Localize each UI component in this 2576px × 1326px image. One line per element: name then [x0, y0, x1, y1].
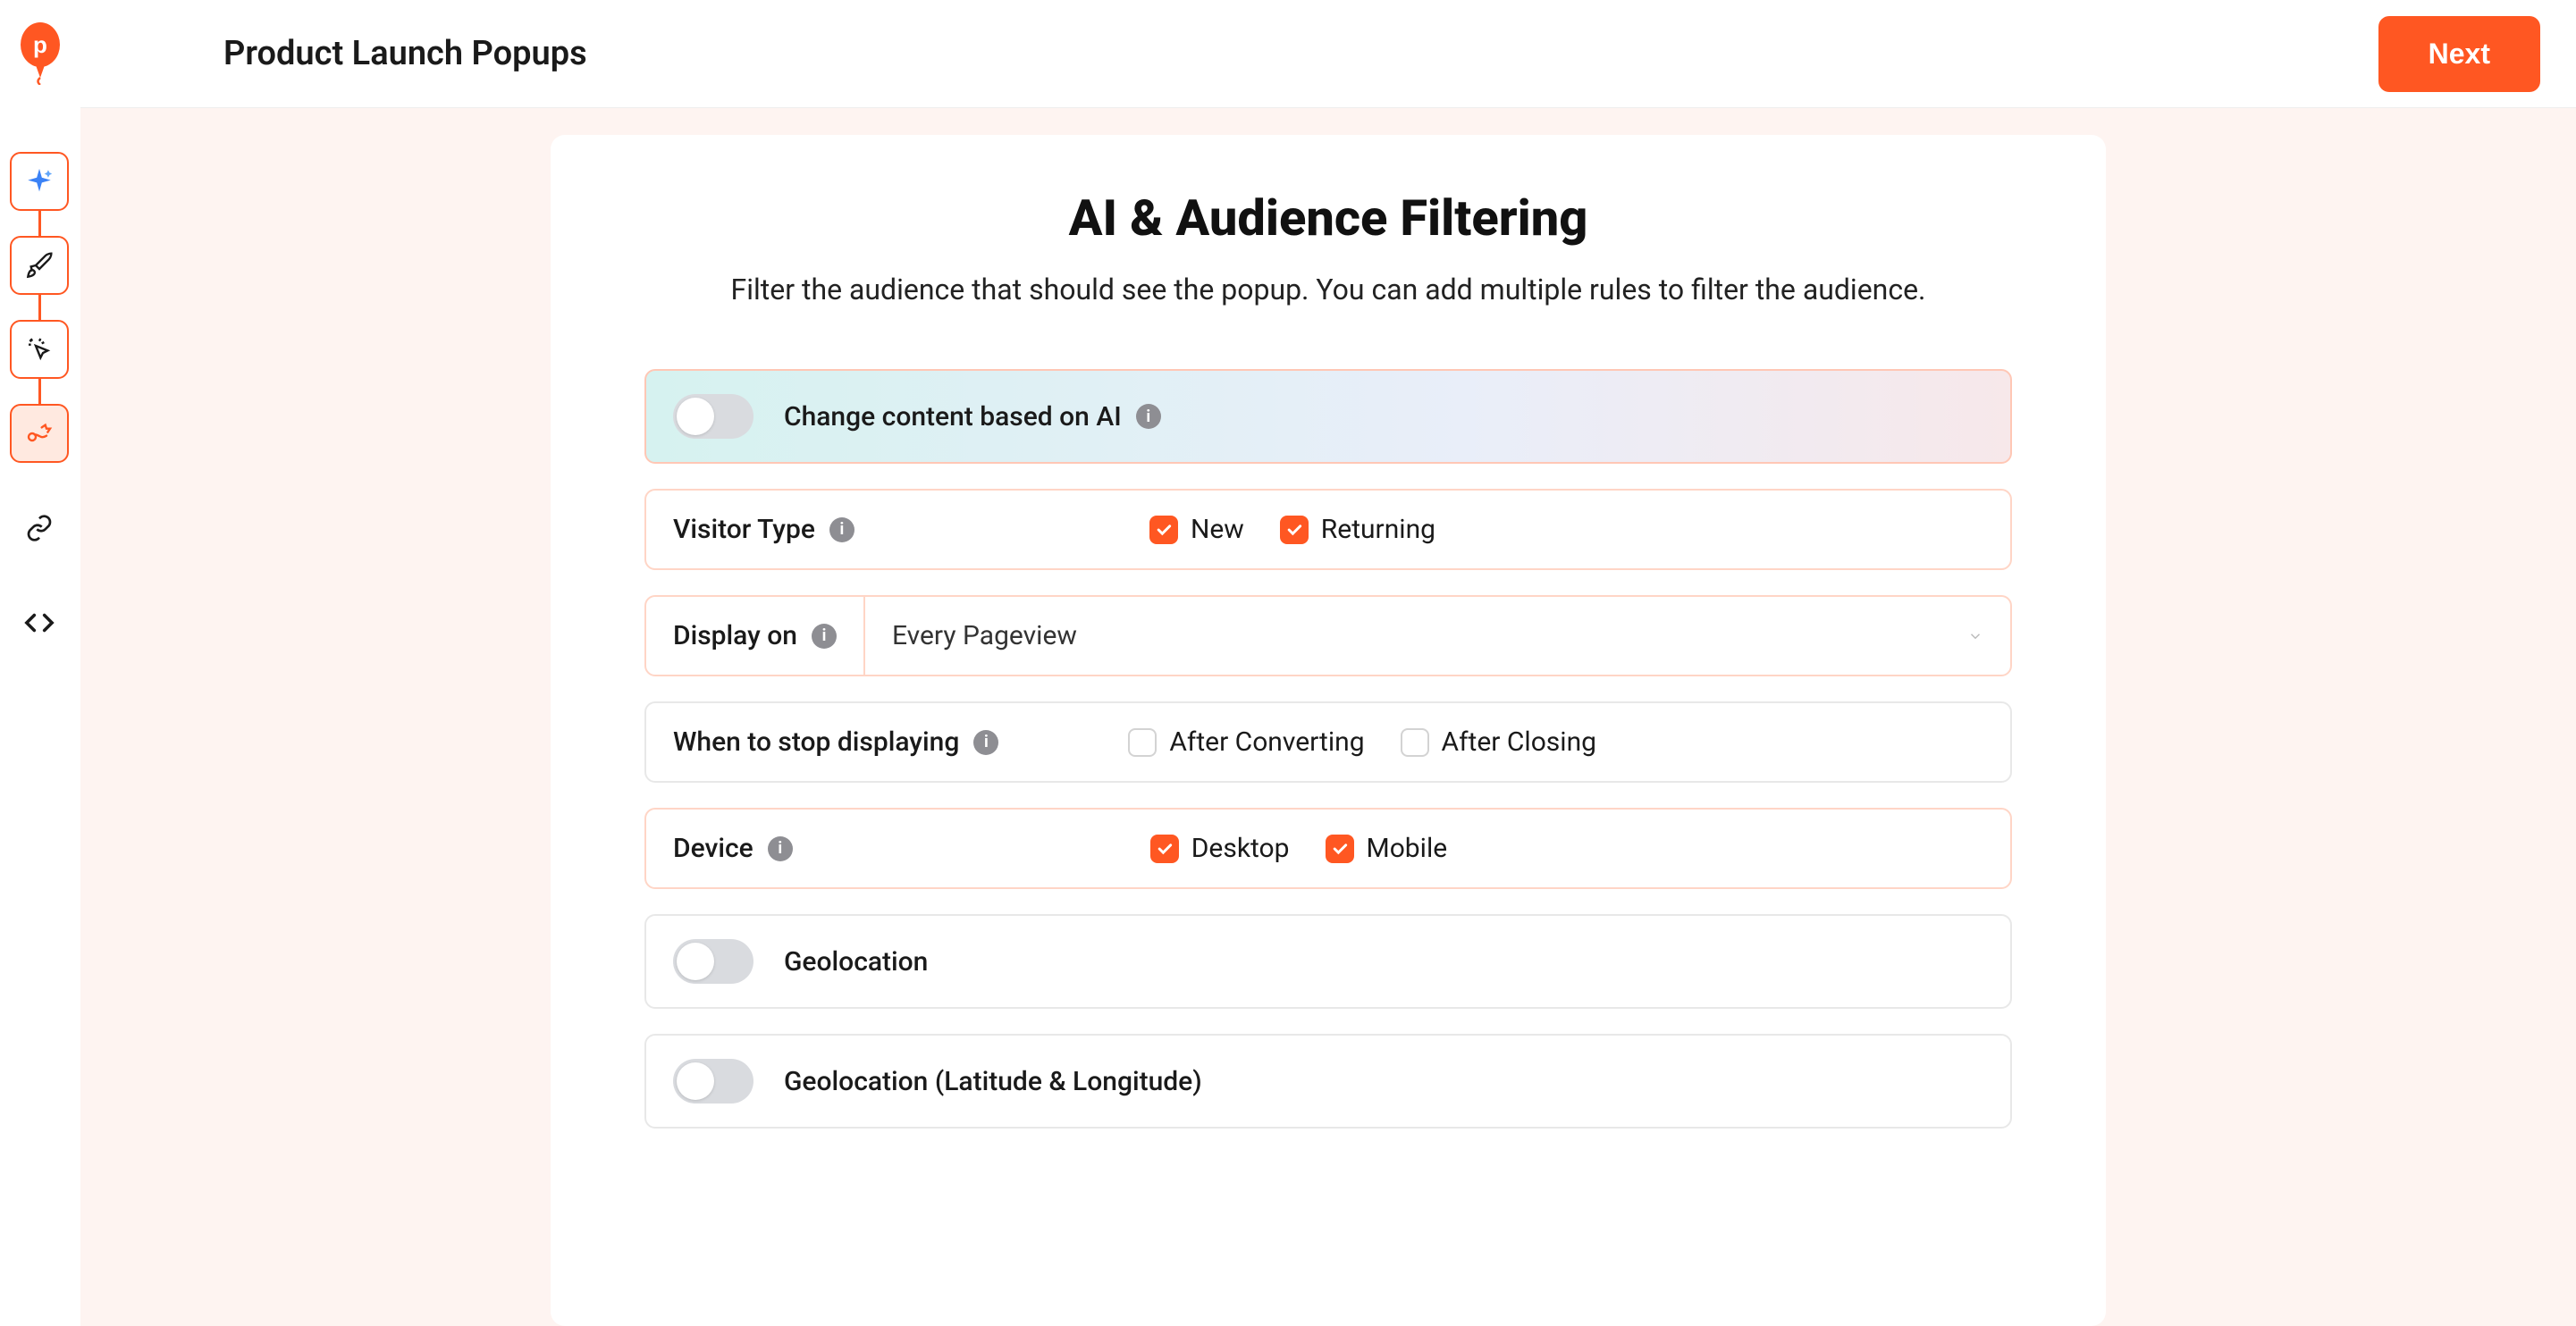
filter-device: Device i Desktop — [644, 808, 2012, 889]
visitor-type-label-text: Visitor Type — [673, 514, 815, 545]
geolocation-toggle[interactable] — [673, 939, 753, 984]
rail-sparkle-icon[interactable] — [10, 152, 69, 211]
filter-geolocation: Geolocation — [644, 914, 2012, 1009]
header-bar: p Product Launch Popups Next — [0, 0, 2576, 107]
visitor-type-options: New Returning — [1149, 514, 1435, 545]
main-card: AI & Audience Filtering Filter the audie… — [551, 135, 2106, 1326]
geolocation-label: Geolocation — [784, 946, 928, 978]
rail-connector — [38, 379, 41, 404]
ai-toggle[interactable] — [673, 394, 753, 439]
checkbox-desktop[interactable]: Desktop — [1150, 833, 1290, 864]
visitor-type-label: Visitor Type i — [673, 514, 854, 545]
rail-link-icon[interactable] — [10, 499, 69, 558]
display-on-label: Display on i — [646, 597, 865, 675]
empty-checkbox-icon — [1128, 728, 1157, 757]
mobile-label: Mobile — [1367, 833, 1448, 864]
checkbox-new-label: New — [1191, 514, 1244, 545]
geolocation-latlng-toggle[interactable] — [673, 1059, 753, 1104]
device-options: Desktop Mobile — [1150, 833, 1447, 864]
stop-label-text: When to stop displaying — [673, 726, 959, 758]
rail-cursor-click-icon[interactable] — [10, 320, 69, 379]
device-label-text: Device — [673, 833, 753, 864]
canvas-wrapper: AI & Audience Filtering Filter the audie… — [80, 107, 2576, 1326]
main-layout: AI & Audience Filtering Filter the audie… — [0, 107, 2576, 1326]
filter-stop: When to stop displaying i After Converti… — [644, 701, 2012, 783]
checkbox-new[interactable]: New — [1149, 514, 1244, 545]
ai-label: Change content based on AI i — [784, 401, 1161, 432]
page-title: Product Launch Popups — [223, 34, 587, 73]
filter-ai: Change content based on AI i — [644, 369, 2012, 464]
after-closing-label: After Closing — [1442, 726, 1596, 758]
app-logo[interactable]: p — [18, 22, 63, 85]
after-converting-label: After Converting — [1169, 726, 1364, 758]
section-subtitle: Filter the audience that should see the … — [604, 273, 2052, 306]
info-icon[interactable]: i — [829, 517, 854, 542]
checkbox-mobile[interactable]: Mobile — [1326, 833, 1448, 864]
filter-geolocation-latlng: Geolocation (Latitude & Longitude) — [644, 1034, 2012, 1129]
side-rail — [0, 107, 80, 1326]
filter-display-on: Display on i Every Pageview — [644, 595, 2012, 676]
canvas-inner: AI & Audience Filtering Filter the audie… — [278, 135, 2378, 1326]
display-on-value: Every Pageview — [892, 620, 1077, 651]
info-icon[interactable]: i — [1136, 404, 1161, 429]
checkbox-after-converting[interactable]: After Converting — [1128, 726, 1364, 758]
checkmark-icon — [1149, 516, 1178, 544]
geolocation-latlng-label: Geolocation (Latitude & Longitude) — [784, 1066, 1202, 1097]
checkmark-icon — [1150, 835, 1179, 863]
desktop-label: Desktop — [1191, 833, 1290, 864]
filters: Change content based on AI i Visitor Typ… — [644, 369, 2012, 1129]
geolocation-label-text: Geolocation — [784, 946, 928, 978]
checkbox-after-closing[interactable]: After Closing — [1401, 726, 1596, 758]
stop-options: After Converting After Closing — [1128, 726, 1596, 758]
svg-text:p: p — [33, 31, 47, 58]
checkbox-returning[interactable]: Returning — [1280, 514, 1435, 545]
device-label: Device i — [673, 833, 793, 864]
checkmark-icon — [1280, 516, 1309, 544]
rail-connector — [38, 211, 41, 236]
rail-trigger-icon[interactable] — [10, 404, 69, 463]
header-left: p Product Launch Popups — [18, 22, 587, 85]
next-button[interactable]: Next — [2378, 16, 2540, 92]
rail-rocket-icon[interactable] — [10, 236, 69, 295]
display-on-select[interactable]: Every Pageview — [865, 597, 2010, 675]
checkmark-icon — [1326, 835, 1354, 863]
geolocation-latlng-label-text: Geolocation (Latitude & Longitude) — [784, 1066, 1202, 1097]
chevron-down-icon — [1967, 628, 1983, 644]
section-title: AI & Audience Filtering — [604, 189, 2052, 248]
display-on-label-text: Display on — [673, 620, 797, 651]
rail-code-icon[interactable] — [10, 593, 69, 652]
empty-checkbox-icon — [1401, 728, 1429, 757]
info-icon[interactable]: i — [768, 836, 793, 861]
info-icon[interactable]: i — [812, 624, 837, 649]
checkbox-returning-label: Returning — [1321, 514, 1435, 545]
stop-label: When to stop displaying i — [673, 726, 998, 758]
ai-label-text: Change content based on AI — [784, 401, 1122, 432]
filter-visitor-type: Visitor Type i New — [644, 489, 2012, 570]
rail-connector — [38, 295, 41, 320]
info-icon[interactable]: i — [973, 730, 998, 755]
